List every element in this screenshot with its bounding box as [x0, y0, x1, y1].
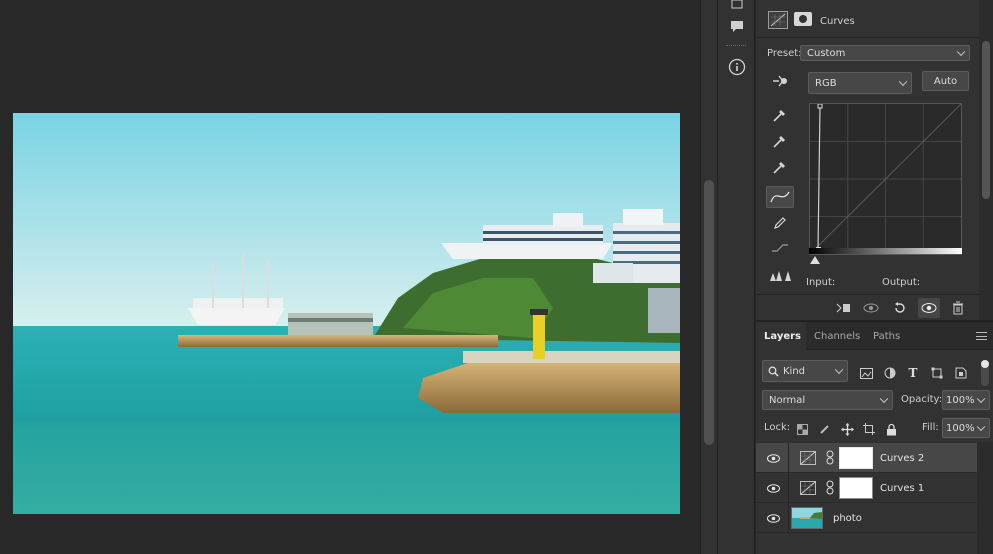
output-gradient-bar: [809, 248, 962, 254]
input-label: Input:: [806, 277, 836, 288]
blend-mode-value: Normal: [769, 394, 806, 406]
tab-layers[interactable]: Layers: [756, 322, 806, 350]
clipping-warning-icon[interactable]: [766, 264, 794, 286]
tab-paths[interactable]: Paths: [865, 322, 908, 350]
filter-smart-object-icon[interactable]: [953, 365, 969, 381]
opacity-label: Opacity:: [901, 394, 943, 405]
preset-value: Custom: [807, 47, 846, 59]
filter-kind-value: Kind: [783, 365, 806, 377]
properties-scrollbar[interactable]: [979, 0, 993, 320]
panel-menu-icon[interactable]: [976, 332, 987, 340]
properties-panel: Curves Preset: Custom RGB Auto Input: Ou…: [756, 0, 993, 320]
layer-row-curves-1[interactable]: Curves 1: [756, 473, 977, 503]
auto-button[interactable]: Auto: [922, 71, 969, 91]
blend-mode-select[interactable]: Normal: [762, 390, 893, 410]
layers-tab-bar: Layers Channels Paths: [756, 322, 993, 350]
properties-header: Curves: [756, 0, 993, 38]
channel-value: RGB: [815, 77, 837, 89]
layer-row-divider: [788, 443, 789, 473]
reset-icon[interactable]: [891, 300, 909, 316]
layer-mask-thumbnail[interactable]: [839, 447, 873, 469]
layer-name: Curves 1: [880, 483, 925, 494]
layer-mask-thumbnail[interactable]: [839, 477, 873, 499]
gray-point-eyedropper-icon[interactable]: [766, 130, 794, 152]
eye-icon[interactable]: [766, 512, 780, 524]
lock-label: Lock:: [764, 422, 791, 433]
view-previous-state-icon[interactable]: [862, 300, 880, 316]
photo-layer-thumbnail[interactable]: [791, 507, 823, 529]
fill-field[interactable]: 100%: [942, 418, 990, 438]
lock-transparent-pixels-icon[interactable]: [795, 422, 809, 436]
chevron-down-icon: [976, 394, 986, 404]
info-icon[interactable]: [727, 57, 747, 77]
chevron-down-icon: [898, 77, 908, 87]
smooth-curve-icon[interactable]: [766, 237, 794, 259]
layer-mask-icon[interactable]: [794, 12, 812, 26]
tab-channels[interactable]: Channels: [806, 322, 868, 350]
filter-toggle-switch[interactable]: [981, 360, 989, 386]
layer-row-divider: [788, 473, 789, 503]
black-point-eyedropper-icon[interactable]: [766, 104, 794, 126]
filter-adjustment-icon[interactable]: [882, 365, 898, 381]
strip-divider: [726, 45, 746, 47]
clip-to-layer-icon[interactable]: [834, 300, 852, 316]
lock-image-pixels-icon[interactable]: [818, 422, 832, 436]
canvas-vertical-scrollbar[interactable]: [700, 0, 717, 554]
channel-select[interactable]: RGB: [808, 72, 912, 94]
layer-row-divider: [788, 503, 789, 533]
properties-title: Curves: [820, 16, 855, 27]
link-chain-icon[interactable]: [826, 480, 834, 495]
history-icon[interactable]: [727, 0, 747, 14]
layers-panel: Layers Channels Paths Kind T Normal Opac: [756, 320, 993, 554]
chevron-down-icon: [956, 47, 966, 57]
toggle-visibility-icon[interactable]: [918, 298, 940, 318]
black-slider-handle[interactable]: [810, 256, 820, 264]
output-label: Output:: [882, 277, 921, 288]
filter-shape-icon[interactable]: [929, 365, 945, 381]
layer-filter-kind-select[interactable]: Kind: [762, 360, 848, 382]
lock-position-icon[interactable]: [840, 422, 854, 436]
lock-artboard-icon[interactable]: [862, 422, 876, 436]
lock-all-icon[interactable]: [884, 422, 898, 436]
preset-select[interactable]: Custom: [800, 45, 970, 61]
curves-adjustment-icon[interactable]: [768, 11, 788, 29]
on-image-adjust-icon[interactable]: [766, 70, 794, 92]
chevron-down-icon: [976, 422, 986, 432]
layer-name: Curves 2: [880, 453, 925, 464]
layer-row-curves-2[interactable]: Curves 2: [756, 443, 977, 473]
delete-icon[interactable]: [949, 300, 967, 316]
opacity-field[interactable]: 100%: [942, 390, 990, 410]
scroll-thumb[interactable]: [704, 180, 714, 445]
filter-pixel-icon[interactable]: [858, 365, 874, 381]
link-chain-icon[interactable]: [826, 450, 834, 465]
pencil-draw-icon[interactable]: [766, 212, 794, 234]
scroll-thumb[interactable]: [982, 41, 990, 199]
eye-icon[interactable]: [766, 452, 780, 464]
layer-name: photo: [833, 513, 862, 524]
white-point-eyedropper-icon[interactable]: [766, 156, 794, 178]
panel-icon-strip: [717, 0, 755, 554]
fill-label: Fill:: [922, 422, 939, 433]
curves-layer-icon: [800, 451, 816, 465]
preset-label: Preset:: [767, 48, 802, 59]
eye-icon[interactable]: [766, 482, 780, 494]
curves-layer-icon: [800, 481, 816, 495]
layers-scrollbar[interactable]: [977, 442, 993, 554]
search-icon: [768, 366, 779, 377]
filter-type-icon[interactable]: T: [905, 365, 921, 381]
curve-points-tool-icon[interactable]: [766, 186, 794, 208]
photoshop-window: Curves Preset: Custom RGB Auto Input: Ou…: [0, 0, 993, 554]
opacity-value: 100%: [946, 394, 975, 406]
curves-graph[interactable]: [809, 103, 962, 255]
document-canvas[interactable]: [0, 0, 700, 554]
chevron-down-icon: [879, 394, 889, 404]
photo-image: [13, 113, 680, 514]
fill-value: 100%: [946, 422, 975, 434]
chevron-down-icon: [834, 365, 844, 375]
comments-icon[interactable]: [727, 16, 747, 36]
layer-row-photo[interactable]: photo: [756, 503, 977, 533]
properties-footer: [756, 294, 979, 320]
